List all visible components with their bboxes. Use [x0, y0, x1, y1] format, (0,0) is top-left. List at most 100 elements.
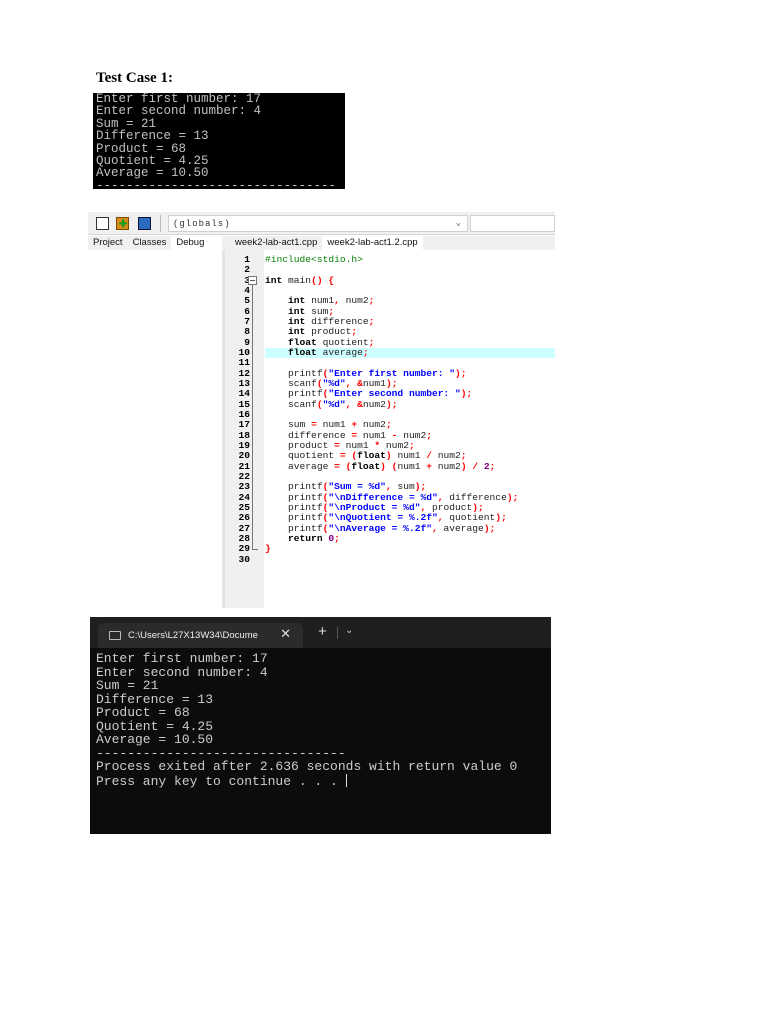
console-output-screenshot: Enter first number: 17 Enter second numbe… [93, 93, 345, 189]
terminal-line: Enter second number: 4 [96, 664, 268, 680]
console-line: Difference = 13 [96, 129, 209, 144]
scope-select-value: (globals) [173, 219, 231, 229]
code-token: #include<stdio.h> [265, 254, 363, 265]
terminal-line: Sum = 21 [96, 678, 159, 693]
code-token: num2 [432, 460, 461, 472]
code-token: average [265, 460, 335, 472]
ide-window: ✚ (globals) ⌄ Project Classes Debug week2… [88, 212, 555, 608]
terminal-tab[interactable]: C:\Users\L27X13W34\Docume ✕ [98, 623, 303, 648]
tab-separator [337, 627, 338, 639]
code-token: average [443, 522, 484, 534]
terminal-line: -------------------------------- [96, 745, 346, 761]
code-token: ); [460, 388, 473, 400]
window-icon[interactable] [96, 217, 109, 230]
chevron-down-icon[interactable]: ⌄ [345, 625, 353, 636]
code-line: 10 float average; [222, 346, 555, 359]
code-token: ; [426, 429, 432, 441]
code-token: 0 [322, 532, 335, 544]
code-token: ; [334, 532, 340, 544]
code-token: ); [495, 512, 507, 524]
code-line: 29} [222, 543, 555, 555]
terminal-line: Enter first number: 17 [96, 651, 268, 666]
code-token: , [431, 522, 444, 534]
line-number: 26 [238, 512, 250, 524]
code-token: ; [368, 315, 375, 327]
code-token: float [265, 346, 317, 358]
code-token: ) ( [380, 460, 398, 472]
code-token: = ( [334, 460, 352, 472]
console-line: -------------------------------- [96, 178, 337, 189]
function-select[interactable] [470, 215, 555, 232]
file-tab-act1[interactable]: week2-lab-act1.cpp [230, 236, 322, 250]
code-token: float [351, 460, 381, 472]
code-line: 3int main() { [222, 274, 555, 286]
code-token: ); [506, 491, 519, 503]
terminal-line: Product = 68 [96, 705, 190, 720]
code-token: () { [311, 274, 335, 286]
code-token: } [265, 543, 271, 555]
code-token: ; [362, 346, 369, 358]
code-token: ; [368, 295, 375, 307]
terminal-tab-title: C:\Users\L27X13W34\Docume [128, 630, 258, 641]
code-line: 30 [222, 554, 555, 565]
code-text: int main() { [265, 274, 555, 286]
code-text: return 0; [265, 532, 555, 544]
code-token: scanf [265, 398, 317, 410]
close-icon[interactable]: ✕ [280, 626, 291, 642]
code-token: return [265, 532, 323, 544]
code-token: num2 [362, 398, 386, 410]
code-token: main [282, 274, 312, 286]
file-tabs: week2-lab-act1.cpp week2-lab-act1.2.cpp [222, 236, 555, 250]
code-token: ; [489, 460, 496, 472]
code-token: "%d" [322, 398, 346, 410]
code-token: ) / [460, 460, 484, 472]
code-token: average [316, 346, 363, 358]
code-editor[interactable]: 1#include<stdio.h>23int main() {45 int n… [222, 254, 555, 565]
line-number: 23 [238, 481, 250, 493]
test-case-heading: Test Case 1: [96, 70, 173, 86]
console-line: Average = 10.50 [96, 166, 209, 181]
line-number: 29 [238, 543, 250, 555]
terminal-line: Press any key to continue . . . [96, 773, 347, 789]
left-panel-tabs: Project Classes Debug [88, 236, 210, 250]
code-token: ; [368, 336, 375, 348]
code-line: 1 #include<stdio.h> [222, 254, 555, 265]
tab-project[interactable]: Project [88, 236, 128, 250]
terminal-line: Average = 10.50 [96, 732, 214, 747]
code-text: scanf("%d", &num2); [265, 398, 555, 410]
terminal-window: C:\Users\L27X13W34\Docume ✕ + ⌄ Enter fi… [90, 617, 551, 834]
terminal-line: Process exited after 2.636 seconds with … [96, 759, 518, 774]
code-token: num2 [339, 295, 369, 307]
tab-classes[interactable]: Classes [127, 236, 172, 250]
text-cursor [345, 773, 347, 787]
console-line: Enter second number: 4 [96, 104, 262, 119]
terminal-tab-bar: C:\Users\L27X13W34\Docume ✕ + ⌄ [90, 617, 551, 648]
terminal-line: Difference = 13 [96, 691, 214, 707]
code-token: int [265, 274, 283, 286]
book-icon[interactable] [138, 217, 151, 230]
toolbar-divider [160, 215, 161, 232]
toolbar: ✚ (globals) ⌄ [88, 212, 555, 235]
code-text: } [265, 544, 555, 554]
tab-debug[interactable]: Debug [171, 236, 210, 250]
fold-collapse-icon[interactable] [248, 276, 257, 285]
terminal-output[interactable]: Enter first number: 17 Enter second numbe… [96, 652, 517, 788]
code-token: ); [455, 367, 467, 379]
code-token: , & [345, 398, 363, 410]
fold-guide [252, 285, 258, 550]
add-icon[interactable]: ✚ [116, 217, 129, 230]
scope-select[interactable]: (globals) ⌄ [168, 215, 468, 232]
code-text: #include<stdio.h> [265, 254, 555, 265]
terminal-line: Quotient = 4.25 [96, 718, 214, 734]
code-token: "\nAverage = %.2f" [328, 522, 432, 534]
code-line: 21 average = (float) (num1 + num2) / 2; [222, 460, 555, 472]
code-token: ); [385, 398, 398, 410]
terminal-icon [109, 631, 121, 640]
code-text: average = (float) (num1 + num2) / 2; [265, 460, 555, 472]
code-line: 28 return 0; [222, 532, 555, 544]
new-tab-icon[interactable]: + [318, 623, 327, 640]
code-line: 15 scanf("%d", &num2); [222, 398, 555, 410]
line-number: 20 [238, 450, 250, 462]
file-tab-act1-2[interactable]: week2-lab-act1.2.cpp [322, 236, 423, 250]
